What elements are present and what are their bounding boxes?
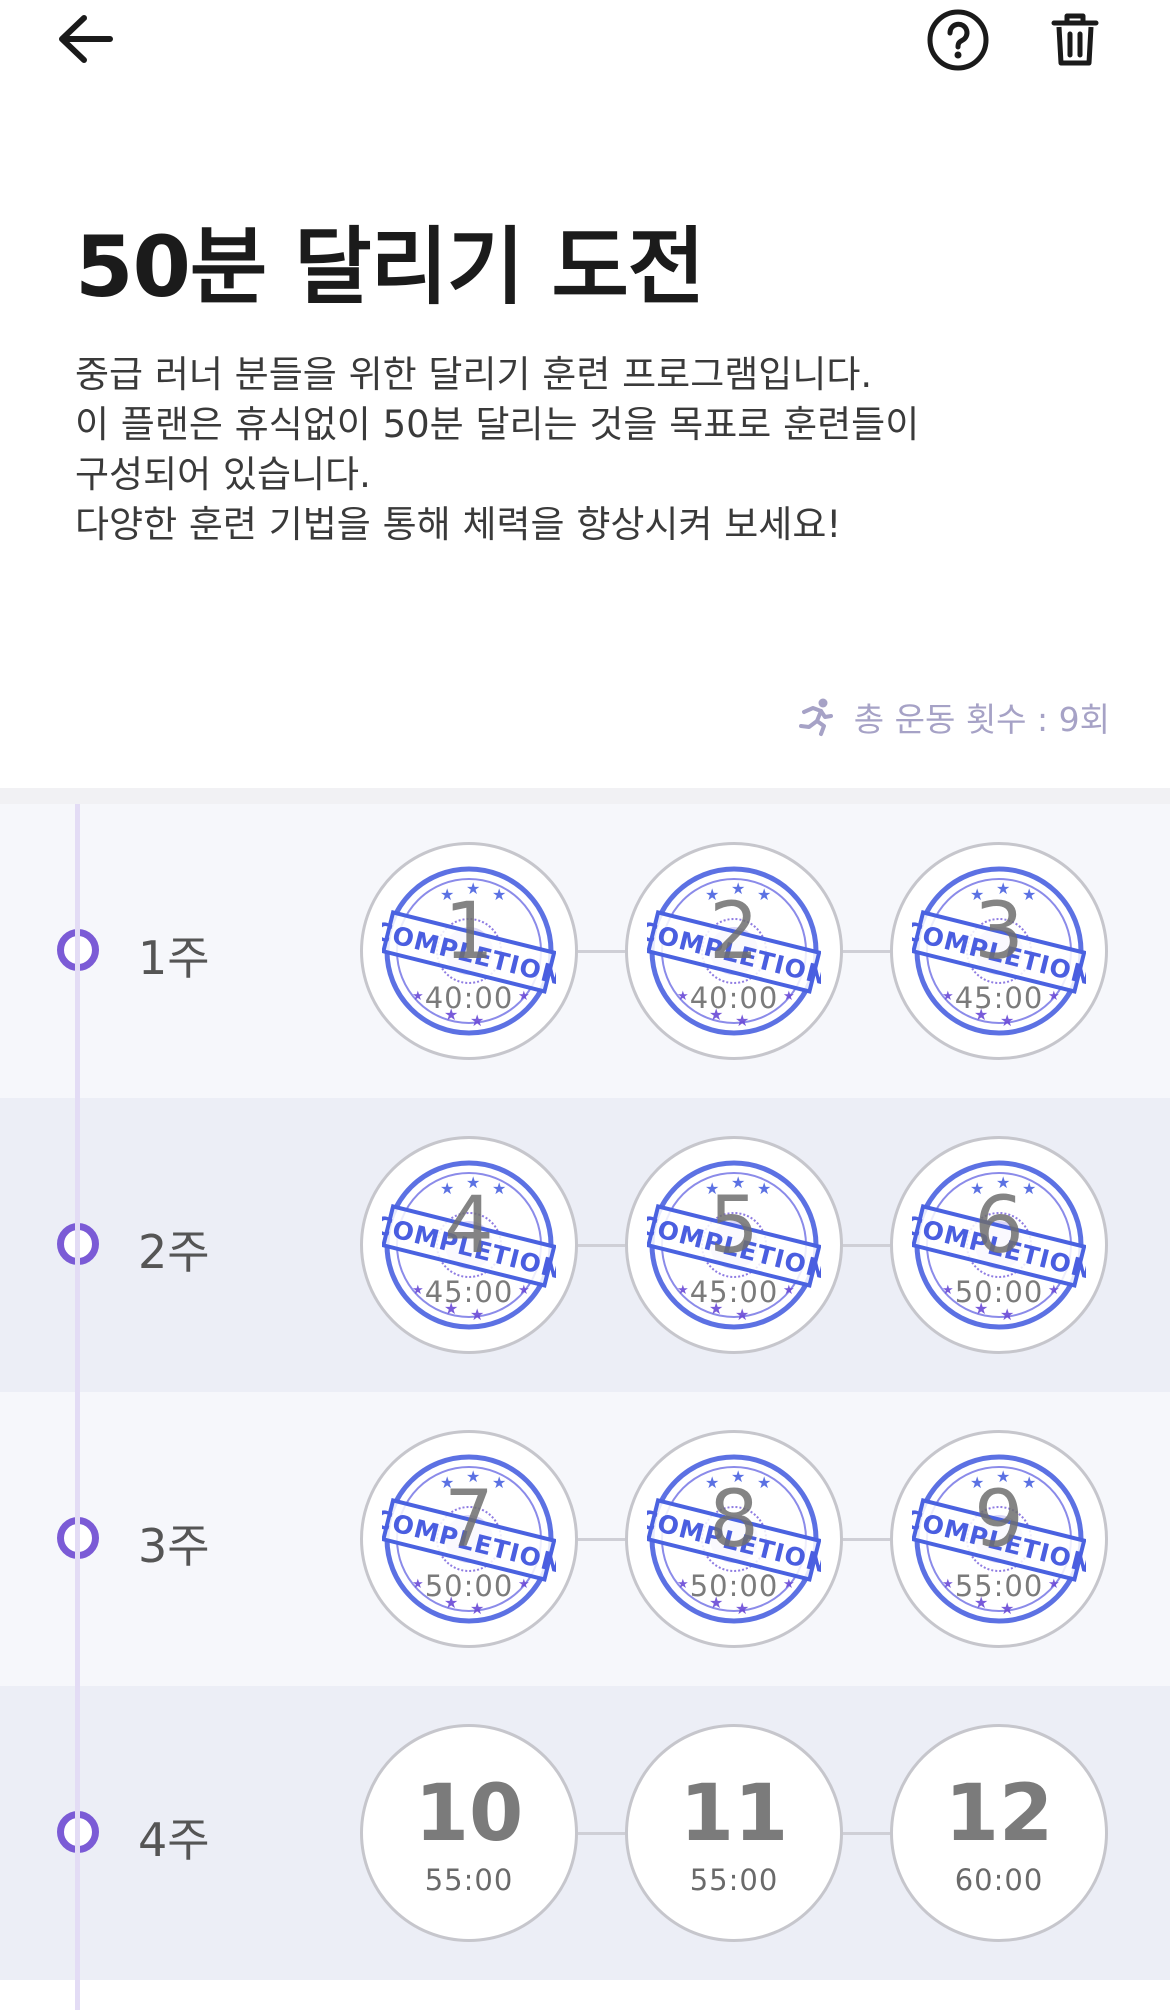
week-row-1: 1주 1 40:00 2 40:00 3 45:00 — [0, 804, 1170, 1098]
section-divider — [0, 788, 1170, 804]
session-duration: 50:00 — [424, 1569, 514, 1603]
session-number: 3 — [974, 887, 1024, 977]
week-label: 4주 — [138, 1813, 210, 1867]
session-11[interactable]: 11 55:00 — [625, 1724, 843, 1942]
session-number: 9 — [974, 1475, 1024, 1565]
description-line: 중급 러너 분들을 위한 달리기 훈련 프로그램입니다. — [75, 353, 873, 396]
week-label: 2주 — [138, 1225, 210, 1279]
runner-icon — [798, 698, 833, 736]
week-label: 1주 — [138, 931, 210, 985]
session-connector — [578, 1244, 625, 1247]
session-connector — [843, 1832, 890, 1835]
week-row-3: 3주 7 50:00 8 50:00 9 55:00 — [0, 1392, 1170, 1686]
session-number: 12 — [944, 1769, 1054, 1859]
week-row-2: 2주 4 45:00 5 45:00 6 50:00 — [0, 1098, 1170, 1392]
session-duration: 55:00 — [689, 1863, 779, 1897]
session-6[interactable]: 6 50:00 — [890, 1136, 1108, 1354]
session-number: 6 — [974, 1181, 1024, 1271]
description-line: 다양한 훈련 기법을 통해 체력을 향상시켜 보세요! — [75, 503, 842, 546]
session-duration: 60:00 — [954, 1863, 1044, 1897]
session-duration: 55:00 — [954, 1569, 1044, 1603]
timeline-line — [75, 804, 80, 2010]
session-12[interactable]: 12 60:00 — [890, 1724, 1108, 1942]
session-3[interactable]: 3 45:00 — [890, 842, 1108, 1060]
session-number: 4 — [444, 1181, 494, 1271]
question-circle-icon — [927, 9, 989, 71]
description-line: 구성되어 있습니다. — [75, 453, 371, 496]
session-duration: 50:00 — [689, 1569, 779, 1603]
arrow-left-icon — [59, 15, 113, 63]
session-number: 10 — [414, 1769, 524, 1859]
session-duration: 45:00 — [424, 1275, 514, 1309]
total-workouts-label: 총 운동 횟수 : 9회 — [853, 700, 1110, 739]
total-workouts: 총 운동 횟수 : 9회 — [796, 692, 1110, 742]
week-list: 1주 1 40:00 2 40:00 3 45:00 2주 4 45:00 5 45:00 6 50:0… — [0, 804, 1170, 2010]
session-1[interactable]: 1 40:00 — [360, 842, 578, 1060]
back-button[interactable] — [52, 8, 122, 68]
session-duration: 40:00 — [689, 981, 779, 1015]
session-number: 1 — [444, 887, 494, 977]
top-bar — [0, 0, 1170, 80]
session-7[interactable]: 7 50:00 — [360, 1430, 578, 1648]
session-connector — [578, 950, 625, 953]
week-row-4: 4주 10 55:00 11 55:00 12 60:00 — [0, 1686, 1170, 1980]
description-line: 이 플랜은 휴식없이 50분 달리는 것을 목표로 훈련들이 — [75, 403, 920, 446]
plan-title: 50분 달리기 도전 — [75, 218, 705, 316]
trash-icon — [1051, 13, 1099, 66]
session-number: 11 — [679, 1769, 789, 1859]
session-duration: 55:00 — [424, 1863, 514, 1897]
session-connector — [843, 1244, 890, 1247]
session-number: 5 — [709, 1181, 759, 1271]
week-label: 3주 — [138, 1519, 210, 1573]
session-number: 8 — [709, 1475, 759, 1565]
session-9[interactable]: 9 55:00 — [890, 1430, 1108, 1648]
help-button[interactable] — [923, 5, 993, 75]
session-4[interactable]: 4 45:00 — [360, 1136, 578, 1354]
session-connector — [578, 1538, 625, 1541]
session-number: 7 — [444, 1475, 494, 1565]
session-connector — [578, 1832, 625, 1835]
session-duration: 40:00 — [424, 981, 514, 1015]
delete-button[interactable] — [1040, 5, 1110, 75]
session-8[interactable]: 8 50:00 — [625, 1430, 843, 1648]
plan-description: 중급 러너 분들을 위한 달리기 훈련 프로그램입니다. 이 플랜은 휴식없이 … — [75, 350, 1095, 550]
session-connector — [843, 950, 890, 953]
session-10[interactable]: 10 55:00 — [360, 1724, 578, 1942]
session-number: 2 — [709, 887, 759, 977]
session-duration: 50:00 — [954, 1275, 1044, 1309]
session-2[interactable]: 2 40:00 — [625, 842, 843, 1060]
session-connector — [843, 1538, 890, 1541]
session-5[interactable]: 5 45:00 — [625, 1136, 843, 1354]
session-duration: 45:00 — [689, 1275, 779, 1309]
session-duration: 45:00 — [954, 981, 1044, 1015]
